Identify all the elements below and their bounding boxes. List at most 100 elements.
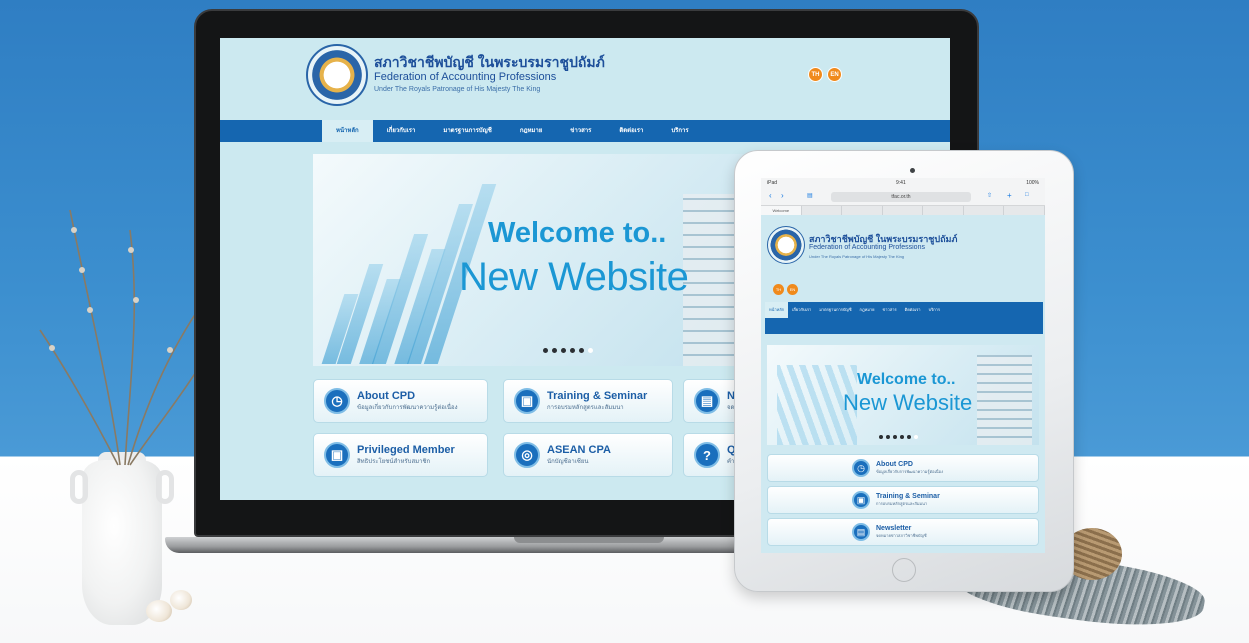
- nav-law[interactable]: กฎหมาย: [506, 120, 556, 142]
- service-subtitle: การอบรมหลักสูตรและสัมมนา: [876, 501, 928, 506]
- service-card-newsletter[interactable]: ▤ Newsletter จดหมายข่าวสภาวิชาชีพบัญชี: [767, 518, 1039, 546]
- new-tab-icon[interactable]: +: [1007, 191, 1012, 200]
- site-logo[interactable]: [767, 226, 805, 264]
- service-subtitle: จดหมายข่าวสภาวิชาชีพบัญชี: [876, 533, 927, 538]
- main-nav: หน้าหลัก เกี่ยวกับเรา มาตรฐานการบัญชี กฎ…: [220, 120, 950, 142]
- cotton-flower: [170, 590, 192, 610]
- hero-dot[interactable]: [543, 348, 548, 353]
- hero-dot[interactable]: [570, 348, 575, 353]
- service-title: ASEAN CPA: [547, 444, 611, 456]
- service-title: About CPD: [357, 390, 416, 402]
- service-subtitle: ข้อมูลเกี่ยวกับการพัฒนาความรู้ต่อเนื่อง: [357, 405, 458, 411]
- share-icon[interactable]: ⇧: [987, 192, 992, 199]
- nav-services[interactable]: บริการ: [657, 120, 702, 142]
- forward-icon[interactable]: ›: [781, 191, 784, 200]
- gift-icon: ▣: [324, 442, 350, 468]
- calendar-icon: ▣: [852, 491, 870, 509]
- coin-icon: ◎: [514, 442, 540, 468]
- hero-dot-active[interactable]: [588, 348, 593, 353]
- site-name-en: Federation of Accounting Professions: [809, 244, 925, 251]
- status-time: 9:41: [896, 180, 906, 186]
- browser-tab[interactable]: [1004, 206, 1045, 215]
- bookmarks-icon[interactable]: ▤: [807, 192, 813, 199]
- nav-news[interactable]: ข่าวสาร: [879, 302, 901, 318]
- status-battery: 100%: [1026, 180, 1039, 186]
- browser-tab[interactable]: [883, 206, 924, 215]
- hero-dot[interactable]: [579, 348, 584, 353]
- site-name-sub: Under The Royals Patronage of His Majest…: [809, 254, 905, 259]
- lang-en-button[interactable]: EN: [827, 67, 842, 82]
- hero-pagination: [879, 435, 918, 439]
- service-subtitle: ข้อมูลเกี่ยวกับการพัฒนาความรู้ต่อเนื่อง: [876, 469, 944, 474]
- lang-th-button[interactable]: TH: [773, 284, 784, 295]
- browser-tab[interactable]: [842, 206, 883, 215]
- service-card-training[interactable]: ▣ Training & Seminar การอบรมหลักสูตรและส…: [503, 379, 673, 423]
- service-title: About CPD: [876, 461, 913, 468]
- service-card-about-cpd[interactable]: ◷ About CPD ข้อมูลเกี่ยวกับการพัฒนาความร…: [313, 379, 488, 423]
- hero-dot[interactable]: [893, 435, 897, 439]
- book-icon: ▤: [694, 388, 720, 414]
- hero-title-line2: New Website: [843, 390, 973, 415]
- hero-pagination: [543, 348, 593, 353]
- browser-tab[interactable]: [802, 206, 843, 215]
- service-subtitle: นักบัญชีอาเซียน: [547, 459, 589, 465]
- laptop-notch: [514, 537, 664, 543]
- calendar-icon: ▣: [514, 388, 540, 414]
- status-device: iPad: [767, 180, 778, 186]
- nav-home[interactable]: หน้าหลัก: [765, 302, 789, 318]
- nav-home[interactable]: หน้าหลัก: [322, 120, 373, 142]
- question-icon: ?: [694, 442, 720, 468]
- service-title: Privileged Member: [357, 444, 455, 456]
- nav-news[interactable]: ข่าวสาร: [556, 120, 605, 142]
- nav-contact[interactable]: ติดต่อเรา: [605, 120, 657, 142]
- hero-title-line2: New Website: [459, 255, 689, 299]
- tablet-website: iPad 9:41 100% ‹ › ▤ tfac.or.th ⇧ + □ We…: [761, 178, 1045, 553]
- hero-banner[interactable]: Welcome to.. New Website: [313, 154, 743, 366]
- browser-tab[interactable]: [923, 206, 964, 215]
- browser-tab[interactable]: [964, 206, 1005, 215]
- tablet-camera: [910, 168, 915, 173]
- tabs-icon[interactable]: □: [1025, 192, 1029, 198]
- tablet-status-bar: iPad 9:41 100%: [761, 178, 1045, 188]
- site-logo[interactable]: [306, 44, 368, 106]
- browser-tab[interactable]: Welcome: [761, 206, 802, 215]
- nav-standards[interactable]: มาตรฐานการบัญชี: [815, 302, 855, 318]
- hero-dot[interactable]: [879, 435, 883, 439]
- nav-standards[interactable]: มาตรฐานการบัญชี: [429, 120, 505, 142]
- nav-law[interactable]: กฎหมาย: [856, 302, 879, 318]
- hero-banner[interactable]: Welcome to.. New Website: [767, 345, 1039, 445]
- hero-title-line1: Welcome to..: [857, 371, 956, 388]
- vase-handle-right: [156, 470, 174, 504]
- nav-about[interactable]: เกี่ยวกับเรา: [788, 302, 815, 318]
- service-card-training[interactable]: ▣ Training & Seminar การอบรมหลักสูตรและส…: [767, 486, 1039, 514]
- service-title: Training & Seminar: [547, 390, 648, 402]
- service-subtitle: สิทธิประโยชน์สำหรับสมาชิก: [357, 459, 431, 465]
- lang-en-button[interactable]: EN: [787, 284, 798, 295]
- site-name-en: Federation of Accounting Professions: [374, 71, 557, 83]
- clock-icon: ◷: [324, 388, 350, 414]
- service-card-asean-cpa[interactable]: ◎ ASEAN CPA นักบัญชีอาเซียน: [503, 433, 673, 477]
- back-icon[interactable]: ‹: [769, 191, 772, 200]
- hero-dot[interactable]: [900, 435, 904, 439]
- address-bar[interactable]: tfac.or.th: [831, 192, 971, 202]
- clock-icon: ◷: [852, 459, 870, 477]
- hero-dot[interactable]: [561, 348, 566, 353]
- service-card-privileged[interactable]: ▣ Privileged Member สิทธิประโยชน์สำหรับส…: [313, 433, 488, 477]
- browser-tab-strip: Welcome: [761, 206, 1045, 215]
- hero-dot[interactable]: [886, 435, 890, 439]
- site-name-sub: Under The Royals Patronage of His Majest…: [374, 86, 541, 93]
- vase-handle-left: [70, 470, 88, 504]
- book-icon: ▤: [852, 523, 870, 541]
- service-subtitle: การอบรมหลักสูตรและสัมมนา: [547, 405, 624, 411]
- hero-dot-active[interactable]: [914, 435, 918, 439]
- nav-contact[interactable]: ติดต่อเรา: [901, 302, 925, 318]
- hero-dot[interactable]: [907, 435, 911, 439]
- service-card-about-cpd[interactable]: ◷ About CPD ข้อมูลเกี่ยวกับการพัฒนาความร…: [767, 454, 1039, 482]
- hero-dot[interactable]: [552, 348, 557, 353]
- nav-services[interactable]: บริการ: [925, 302, 945, 318]
- nav-about[interactable]: เกี่ยวกับเรา: [373, 120, 430, 142]
- hero-title-line1: Welcome to..: [488, 217, 667, 249]
- lang-th-button[interactable]: TH: [808, 67, 823, 82]
- main-nav: หน้าหลัก เกี่ยวกับเรา มาตรฐานการบัญชี กฎ…: [765, 302, 1043, 334]
- tablet-home-button[interactable]: [892, 558, 916, 582]
